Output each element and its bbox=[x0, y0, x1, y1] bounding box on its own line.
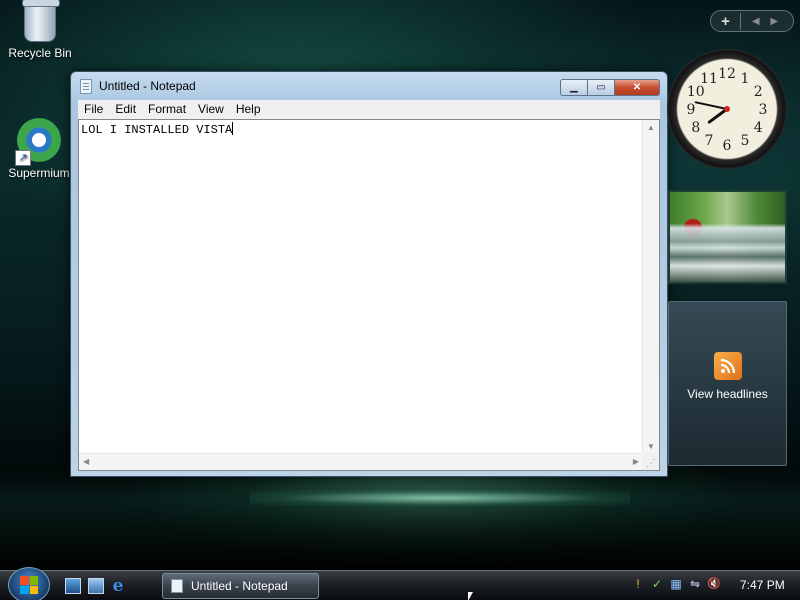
menu-bar: File Edit Format View Help bbox=[78, 100, 660, 119]
taskbar-button-label: Untitled - Notepad bbox=[191, 579, 288, 593]
view-headlines-link[interactable]: View headlines bbox=[669, 387, 786, 401]
recycle-bin-icon bbox=[22, 0, 60, 42]
clock-face: 12 1234567891011 bbox=[687, 66, 768, 154]
clock-numeral: 5 bbox=[741, 133, 750, 149]
editor-text: LOL I INSTALLED VISTA bbox=[81, 123, 233, 137]
clock-numeral: 12 bbox=[718, 66, 736, 82]
minimize-icon: ▁ bbox=[570, 82, 578, 93]
clock-gadget[interactable]: 12 1 2 3 4 5 6 7 8 9 10 11 bbox=[667, 49, 787, 169]
clock-numeral: 9 bbox=[687, 102, 696, 118]
resize-grip[interactable] bbox=[642, 453, 659, 470]
slideshow-gadget[interactable] bbox=[668, 190, 787, 284]
vertical-scrollbar[interactable]: ▲ ▼ bbox=[642, 120, 659, 454]
add-gadget-button[interactable]: + bbox=[711, 12, 741, 30]
scroll-up-icon[interactable]: ▲ bbox=[647, 123, 655, 132]
supermium-label: Supermium bbox=[8, 166, 70, 180]
clock-numeral: 3 bbox=[759, 102, 768, 118]
clock-numeral: 8 bbox=[691, 120, 700, 136]
minimize-button[interactable]: ▁ bbox=[560, 79, 588, 96]
text-caret bbox=[232, 122, 234, 135]
clock-numeral: 4 bbox=[754, 120, 763, 136]
window-title: Untitled - Notepad bbox=[99, 79, 196, 93]
notepad-icon bbox=[171, 579, 183, 593]
windows-logo-icon bbox=[20, 576, 38, 594]
rss-feed-icon bbox=[714, 352, 742, 380]
maximize-button[interactable]: ▭ bbox=[588, 79, 615, 96]
menu-edit[interactable]: Edit bbox=[109, 100, 142, 119]
clock-numeral: 7 bbox=[705, 133, 714, 149]
wallpaper-horizon bbox=[0, 470, 800, 570]
security-shield-icon[interactable]: ! bbox=[630, 576, 646, 592]
menu-file[interactable]: File bbox=[78, 100, 109, 119]
clock-center bbox=[724, 106, 730, 112]
network-status-icon[interactable]: ⇋ bbox=[687, 576, 703, 592]
supermium-browser-icon bbox=[15, 118, 61, 166]
volume-muted-icon[interactable]: 🔇 bbox=[706, 576, 722, 592]
notepad-titlebar[interactable]: Untitled - Notepad ▁ ▭ ✕ bbox=[71, 72, 667, 100]
minute-hand bbox=[694, 101, 728, 110]
text-editor[interactable]: LOL I INSTALLED VISTA ▲ ▼ ◀ ▶ bbox=[78, 119, 660, 471]
clock-numeral: 1 bbox=[741, 71, 750, 87]
taskbar-notepad-button[interactable]: Untitled - Notepad bbox=[162, 573, 319, 599]
scroll-down-icon[interactable]: ▼ bbox=[647, 442, 655, 451]
clock-numeral: 6 bbox=[723, 138, 732, 154]
menu-help[interactable]: Help bbox=[230, 100, 267, 119]
notepad-icon bbox=[80, 79, 92, 94]
taskbar: e Untitled - Notepad ! ✓ ▦ ⇋ 🔇 7:47 PM bbox=[0, 567, 800, 600]
recycle-bin-label: Recycle Bin bbox=[8, 46, 72, 60]
close-button[interactable]: ✕ bbox=[615, 79, 660, 96]
horizontal-scrollbar[interactable]: ◀ ▶ bbox=[79, 453, 643, 470]
close-icon: ✕ bbox=[632, 82, 642, 93]
notepad-window[interactable]: Untitled - Notepad ▁ ▭ ✕ File Edit Forma… bbox=[70, 71, 668, 477]
editor-content[interactable]: LOL I INSTALLED VISTA bbox=[81, 122, 234, 137]
window-controls: ▁ ▭ ✕ bbox=[560, 79, 660, 96]
network-icon[interactable]: ✓ bbox=[649, 576, 665, 592]
sidebar-toolbar: + ◀ ▶ bbox=[710, 10, 794, 32]
recycle-bin-shortcut[interactable]: Recycle Bin bbox=[5, 0, 75, 60]
wmp-icon[interactable]: ▦ bbox=[668, 576, 684, 592]
mouse-cursor-icon bbox=[468, 592, 478, 600]
wallpaper-lake bbox=[250, 490, 630, 506]
maximize-icon: ▭ bbox=[596, 82, 606, 93]
supermium-shortcut[interactable]: Supermium bbox=[4, 118, 74, 180]
clock-numeral: 2 bbox=[754, 84, 763, 100]
menu-format[interactable]: Format bbox=[142, 100, 192, 119]
internet-explorer-icon[interactable]: e bbox=[110, 578, 126, 595]
taskbar-clock[interactable]: 7:47 PM bbox=[740, 578, 785, 592]
scroll-left-icon[interactable]: ◀ bbox=[83, 457, 89, 466]
show-desktop-icon[interactable] bbox=[65, 578, 81, 594]
system-tray: ! ✓ ▦ ⇋ 🔇 bbox=[630, 576, 722, 592]
hour-hand bbox=[707, 107, 729, 124]
start-button[interactable] bbox=[8, 567, 50, 600]
gadget-nav-arrows[interactable]: ◀ ▶ bbox=[741, 16, 793, 27]
switch-windows-icon[interactable] bbox=[88, 578, 104, 594]
menu-view[interactable]: View bbox=[192, 100, 230, 119]
scroll-right-icon[interactable]: ▶ bbox=[633, 457, 639, 466]
feed-headlines-gadget[interactable]: View headlines bbox=[668, 301, 787, 466]
clock-numeral: 11 bbox=[700, 71, 718, 87]
